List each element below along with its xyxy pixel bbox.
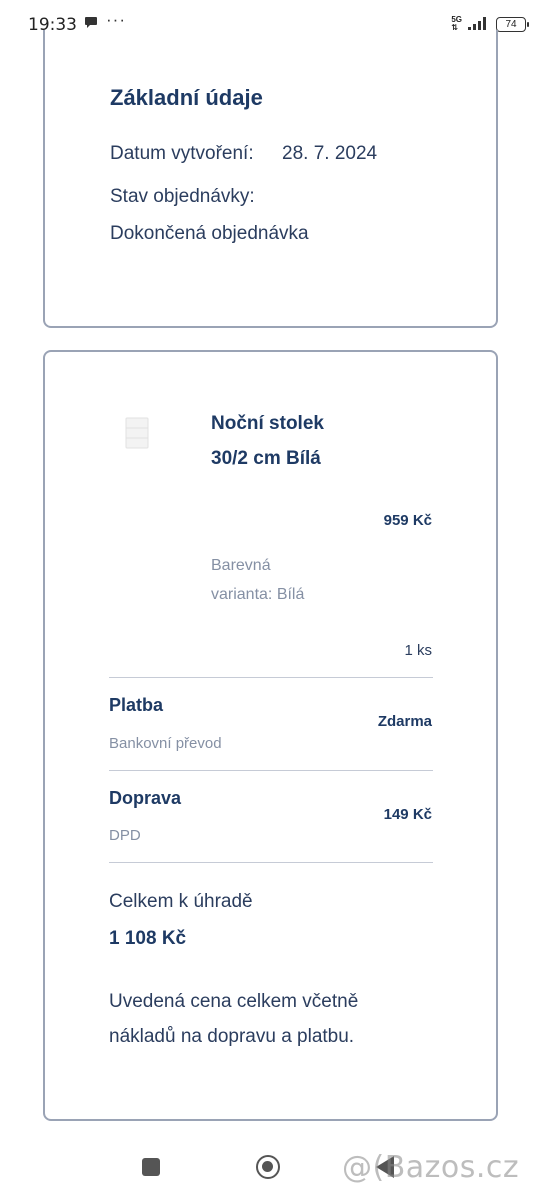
total-label: Celkem k úhradě bbox=[109, 891, 253, 912]
product-name[interactable]: Noční stolek 30/2 cm Bílá bbox=[211, 406, 331, 476]
divider bbox=[109, 677, 433, 678]
shipping-title: Doprava bbox=[109, 788, 182, 808]
product-variant: Barevná varianta: Bílá bbox=[211, 557, 305, 603]
created-date-label: Datum vytvoření: bbox=[110, 143, 254, 164]
basic-info-card: Základní údaje Datum vytvoření: 28. 7. 2… bbox=[43, 30, 498, 328]
shipping-carrier: DPD bbox=[109, 827, 141, 844]
product-price: 959 Kč bbox=[383, 512, 432, 529]
more-notifications-icon: ··· bbox=[106, 10, 126, 29]
signal-icon bbox=[468, 17, 486, 31]
section-title: Základní údaje bbox=[110, 85, 263, 110]
payment-title: Platba bbox=[109, 695, 164, 715]
order-summary-card: Noční stolek 30/2 cm Bílá 959 Kč Barevná… bbox=[43, 350, 498, 1121]
battery-level: 74 bbox=[505, 18, 517, 30]
order-status-label: Stav objednávky: bbox=[110, 186, 255, 207]
created-date-value: 28. 7. 2024 bbox=[282, 143, 378, 164]
payment-amount: Zdarma bbox=[377, 713, 432, 730]
divider bbox=[109, 862, 433, 863]
recent-apps-button[interactable] bbox=[142, 1158, 160, 1176]
battery-icon: 74 bbox=[496, 16, 529, 32]
order-status-value: Dokončená objednávka bbox=[110, 223, 309, 244]
divider bbox=[109, 770, 433, 771]
payment-method: Bankovní převod bbox=[109, 735, 222, 752]
shipping-amount: 149 Kč bbox=[383, 806, 432, 823]
total-value: 1 108 Kč bbox=[109, 928, 187, 949]
product-thumbnail[interactable] bbox=[123, 416, 151, 450]
product-quantity: 1 ks bbox=[404, 642, 432, 659]
price-note: Uvedená cena celkem včetně nákladů na do… bbox=[109, 991, 359, 1047]
home-button[interactable] bbox=[256, 1155, 280, 1179]
watermark: @(Bazos.cz bbox=[342, 1150, 520, 1185]
message-notification-icon bbox=[85, 17, 97, 28]
